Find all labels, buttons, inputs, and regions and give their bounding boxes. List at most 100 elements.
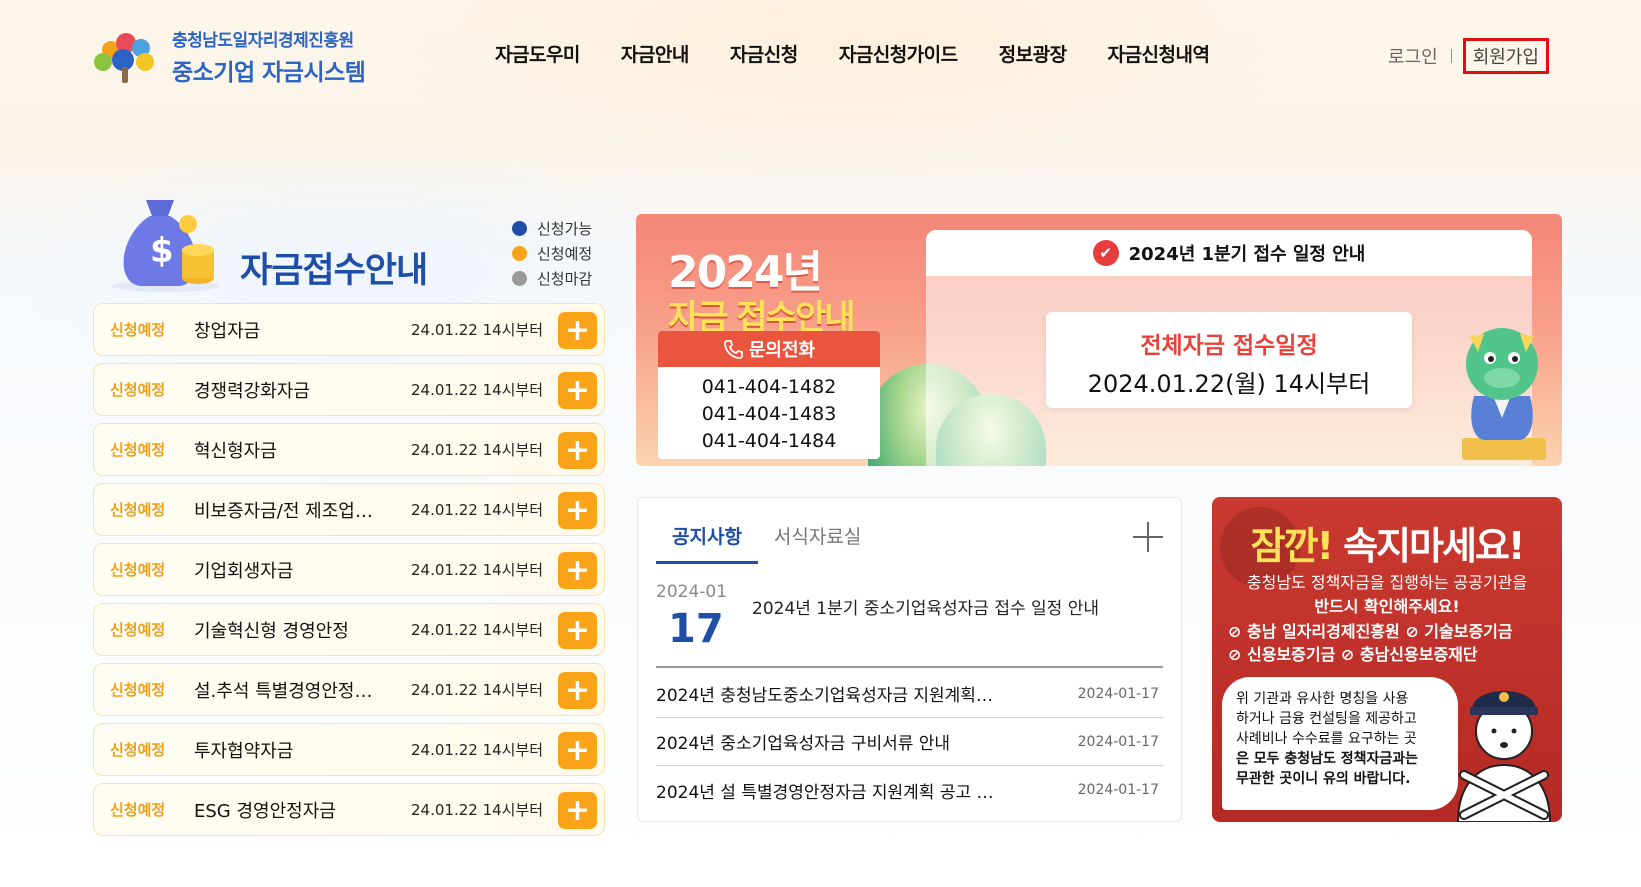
- fraud-warning-banner[interactable]: 잠깐! 속지마세요! 충청남도 정책자금을 집행하는 공공기관을 반드시 확인해…: [1212, 497, 1562, 822]
- fund-status: 신청예정: [110, 741, 166, 759]
- nav-fund-guide[interactable]: 자금안내: [621, 40, 689, 67]
- fund-date: 24.01.22 14시부터: [411, 681, 544, 699]
- divider: [1450, 49, 1452, 63]
- fund-date: 24.01.22 14시부터: [411, 621, 544, 639]
- util-menu: 로그인 회원가입: [1388, 38, 1549, 74]
- fund-status: 신청예정: [110, 621, 166, 639]
- nav-fund-helper[interactable]: 자금도우미: [495, 40, 580, 67]
- fund-item[interactable]: 신청예정 창업자금 24.01.22 14시부터 +: [93, 303, 605, 356]
- tab-forms[interactable]: 서식자료실: [758, 522, 877, 564]
- warning-title: 잠깐! 속지마세요!: [1250, 524, 1526, 568]
- fund-status: 신청예정: [110, 801, 166, 819]
- fund-status: 신청예정: [110, 441, 166, 459]
- check-icon: ✔: [1092, 240, 1119, 266]
- main-nav: 자금도우미 자금안내 자금신청 자금신청가이드 정보광장 자금신청내역: [495, 40, 1250, 67]
- featured-title[interactable]: 2024년 1분기 중소기업육성자금 접수 일정 안내: [752, 594, 1099, 619]
- fund-date: 24.01.22 14시부터: [411, 741, 544, 759]
- notice-title[interactable]: 2024년 설 특별경영안정자금 지원계획 공고 …: [656, 778, 1016, 803]
- nav-apply-history[interactable]: 자금신청내역: [1108, 40, 1210, 67]
- fund-status: 신청예정: [110, 561, 166, 579]
- fund-item[interactable]: 신청예정 기술혁신형 경영안정 24.01.22 14시부터 +: [93, 603, 605, 656]
- list-item[interactable]: 2024년 설 특별경영안정자금 지원계획 공고 … 2024-01-17: [656, 766, 1163, 814]
- fund-plus-button[interactable]: +: [558, 432, 597, 469]
- fund-plus-button[interactable]: +: [558, 612, 597, 649]
- fund-date: 24.01.22 14시부터: [411, 801, 544, 819]
- fund-name[interactable]: 투자협약자금: [194, 737, 411, 763]
- warning-bubble: 위 기관과 유사한 명칭을 사용 하거나 금융 컨설팅을 제공하고 사례비나 수…: [1222, 677, 1458, 810]
- dragon-mascot-icon: [1462, 328, 1546, 460]
- warning-subtitle: 충청남도 정책자금을 집행하는 공공기관을: [1246, 573, 1528, 592]
- legend-dot-orange: [512, 246, 527, 261]
- fund-section-title: 자금접수안내: [240, 251, 428, 291]
- tab-notice[interactable]: 공지사항: [656, 522, 758, 564]
- fund-section-header: $ 자금접수안내 신청가능 신청예정 신청마감: [94, 190, 614, 292]
- fund-item[interactable]: 신청예정 혁신형자금 24.01.22 14시부터 +: [93, 423, 605, 476]
- notice-list: 2024년 충청남도중소기업육성자금 지원계획… 2024-01-17 2024…: [656, 670, 1163, 814]
- legend-item: 신청예정: [512, 241, 592, 266]
- money-bag-icon: $: [112, 200, 220, 292]
- site-logo[interactable]: 충청남도일자리경제진흥원 중소기업 자금시스템: [92, 26, 366, 87]
- logo-tree-icon: [92, 31, 164, 83]
- list-item[interactable]: 2024년 중소기업육성자금 구비서류 안내 2024-01-17: [656, 718, 1163, 766]
- phone-number: 041-404-1484: [701, 430, 837, 452]
- fund-item[interactable]: 신청예정 ESG 경영안정자금 24.01.22 14시부터 +: [93, 783, 605, 836]
- fund-name[interactable]: 창업자금: [194, 317, 411, 343]
- fund-plus-button[interactable]: +: [558, 312, 597, 349]
- logo-org-name: 충청남도일자리경제진흥원: [172, 31, 354, 51]
- fund-date: 24.01.22 14시부터: [411, 321, 544, 339]
- phone-header: 문의전화: [658, 331, 880, 367]
- fund-item[interactable]: 신청예정 기업회생자금 24.01.22 14시부터 +: [93, 543, 605, 596]
- fund-item[interactable]: 신청예정 설.추석 특별경영안정… 24.01.22 14시부터 +: [93, 663, 605, 716]
- schedule-banner[interactable]: 2024년 자금 접수안내 문의전화 041-404-1482 041-404-…: [636, 214, 1562, 466]
- more-plus-icon[interactable]: [1133, 522, 1163, 552]
- fund-plus-button[interactable]: +: [558, 672, 597, 709]
- schedule-value: 2024.01.22(월) 14시부터: [1087, 370, 1371, 398]
- contact-phone-box: 문의전화 041-404-1482 041-404-1483 041-404-1…: [658, 331, 880, 459]
- featured-notice[interactable]: 2024-01 17 2024년 1분기 중소기업육성자금 접수 일정 안내: [656, 582, 1163, 668]
- fund-status: 신청예정: [110, 501, 166, 519]
- legend-item: 신청가능: [512, 216, 592, 241]
- fund-date: 24.01.22 14시부터: [411, 381, 544, 399]
- nav-apply-guide[interactable]: 자금신청가이드: [839, 40, 958, 67]
- fund-plus-button[interactable]: +: [558, 552, 597, 589]
- schedule-label: 전체자금 접수일정: [1140, 333, 1318, 359]
- nav-info-plaza[interactable]: 정보광장: [999, 40, 1067, 67]
- notice-date: 2024-01-17: [1077, 685, 1159, 702]
- notice-date: 2024-01-17: [1077, 733, 1159, 750]
- fund-plus-button[interactable]: +: [558, 732, 597, 769]
- fund-name[interactable]: 설.추석 특별경영안정…: [194, 677, 411, 703]
- fund-name[interactable]: 혁신형자금: [194, 437, 411, 463]
- notice-title[interactable]: 2024년 충청남도중소기업육성자금 지원계획…: [656, 681, 1016, 706]
- fund-name[interactable]: 비보증자금/전 제조업…: [194, 497, 411, 523]
- notice-title[interactable]: 2024년 중소기업육성자금 구비서류 안내: [656, 729, 1016, 754]
- schedule-card-title: ✔ 2024년 1분기 접수 일정 안내: [926, 230, 1532, 276]
- legend-dot-blue: [512, 221, 527, 236]
- nav-fund-apply[interactable]: 자금신청: [730, 40, 798, 67]
- fund-name[interactable]: 기업회생자금: [194, 557, 411, 583]
- fund-plus-button[interactable]: +: [558, 492, 597, 529]
- police-officer-icon: [1456, 691, 1552, 822]
- fund-plus-button[interactable]: +: [558, 792, 597, 829]
- official-orgs: ⊘ 충남 일자리경제진흥원 ⊘ 기술보증기금 ⊘ 신용보증기금 ⊘ 충남신용보증…: [1228, 622, 1513, 664]
- fund-status: 신청예정: [110, 321, 166, 339]
- join-link[interactable]: 회원가입: [1462, 38, 1549, 74]
- list-item[interactable]: 2024년 충청남도중소기업육성자금 지원계획… 2024-01-17: [656, 670, 1163, 718]
- svg-text:$: $: [150, 231, 174, 271]
- login-link[interactable]: 로그인: [1388, 43, 1438, 69]
- fund-plus-button[interactable]: +: [558, 372, 597, 409]
- phone-number: 041-404-1482: [701, 376, 837, 398]
- fund-name[interactable]: 경쟁력강화자금: [194, 377, 411, 403]
- fund-name[interactable]: ESG 경영안정자금: [194, 797, 411, 823]
- fund-date: 24.01.22 14시부터: [411, 441, 544, 459]
- legend-item: 신청마감: [512, 266, 592, 291]
- featured-day: 17: [668, 606, 724, 652]
- fund-item[interactable]: 신청예정 경쟁력강화자금 24.01.22 14시부터 +: [93, 363, 605, 416]
- fund-item[interactable]: 신청예정 비보증자금/전 제조업… 24.01.22 14시부터 +: [93, 483, 605, 536]
- fund-name[interactable]: 기술혁신형 경영안정: [194, 617, 411, 643]
- legend-dot-gray: [512, 271, 527, 286]
- fund-list: 신청예정 창업자금 24.01.22 14시부터 + 신청예정 경쟁력강화자금 …: [93, 303, 605, 843]
- fund-status: 신청예정: [110, 681, 166, 699]
- warning-subtitle-bold: 반드시 확인해주세요!: [1314, 597, 1460, 616]
- fund-item[interactable]: 신청예정 투자협약자금 24.01.22 14시부터 +: [93, 723, 605, 776]
- notice-panel: 공지사항 서식자료실 2024-01 17 2024년 1분기 중소기업육성자금…: [637, 497, 1182, 822]
